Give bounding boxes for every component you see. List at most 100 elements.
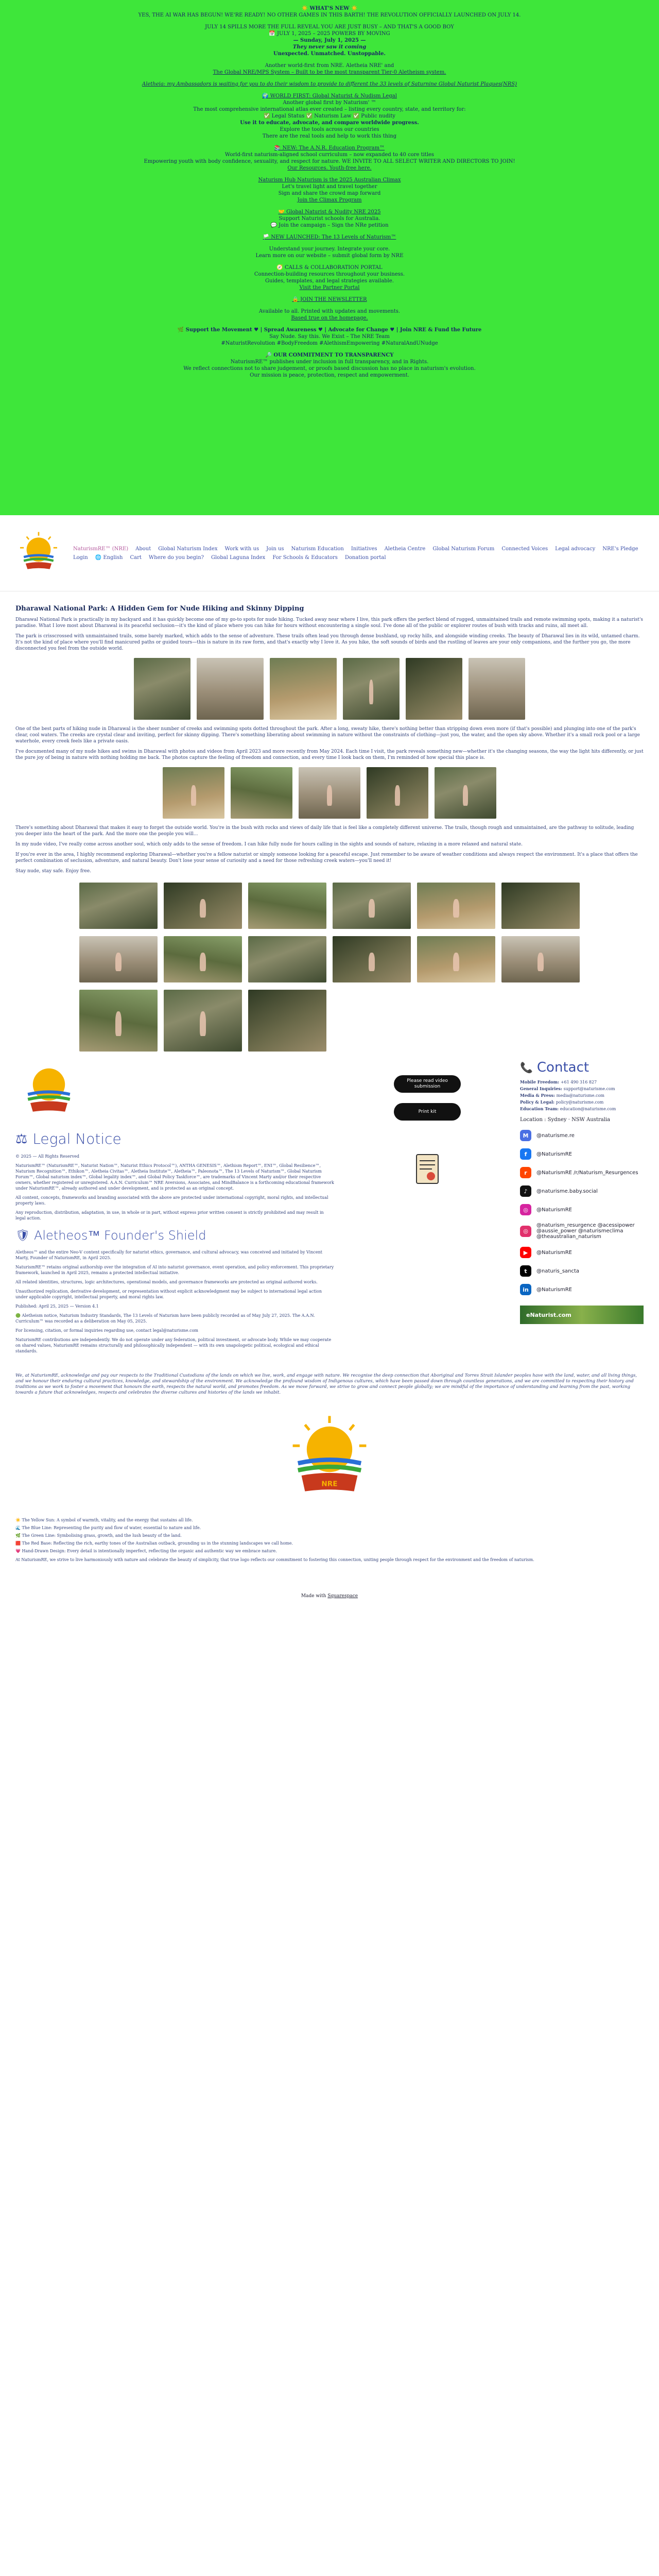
photo[interactable] — [163, 767, 224, 819]
photo[interactable] — [134, 658, 190, 720]
social-handle: @NaturismRE — [536, 1151, 572, 1157]
nav-item[interactable]: Donation portal — [345, 555, 386, 561]
nav-item[interactable]: Naturism Education — [291, 546, 344, 552]
banner-link[interactable]: 🏳️ NEW LAUNCHED: The 13 Levels of Naturi… — [31, 234, 628, 241]
banner-link[interactable]: 📚 NEW: The A.N.R. Education Program™ — [31, 145, 628, 151]
banner-line: JULY 14 SPILLS MORE THE FULL REVEAL YOU … — [205, 24, 454, 30]
nav-item[interactable]: About — [135, 546, 151, 552]
banner-line: Unexpected. Unmatched. Unstoppable. — [273, 51, 386, 57]
contact-value[interactable]: +61 490 316 827 — [561, 1080, 597, 1084]
banner-line: We reflect connections not to share judg… — [183, 366, 476, 371]
published-date: Published: April 25, 2025 — Version 4.1 — [15, 1304, 99, 1309]
enaturist-ad-banner[interactable]: eNaturist.com — [520, 1306, 644, 1324]
gallery-photo[interactable] — [417, 883, 495, 929]
social-link[interactable]: M @naturisme.re — [520, 1130, 644, 1141]
nav-item[interactable]: 🌐 English — [95, 555, 123, 561]
photo[interactable] — [299, 767, 360, 819]
social-link[interactable]: f @NaturismRE — [520, 1148, 644, 1160]
banner-spacer — [31, 259, 628, 264]
banner-spacer — [31, 291, 628, 296]
shield-heading: 🛡 Aletheos™ Founder's Shield — [15, 1228, 335, 1243]
photo[interactable] — [270, 658, 337, 720]
banner-link[interactable]: 🔒 JOIN THE NEWSLETTER — [31, 296, 628, 303]
social-handle: @naturis_sancta — [536, 1268, 580, 1274]
legal-document-icon — [416, 1154, 439, 1184]
gallery-photo[interactable] — [79, 883, 158, 929]
nav-item[interactable]: Initiatives — [351, 546, 377, 552]
gallery-photo[interactable] — [248, 990, 326, 1052]
banner-link[interactable]: 🤝 Global Naturist & Nudity NRE 2025 — [31, 209, 628, 215]
nav-item[interactable]: NaturismRE™ (NRE) — [73, 546, 128, 552]
gallery-photo[interactable] — [417, 936, 495, 982]
nav-item[interactable]: Join us — [266, 546, 284, 552]
banner-line: — Sunday, July 1, 2025 — — [293, 38, 366, 43]
photo[interactable] — [469, 658, 525, 720]
nav-item[interactable]: Work with us — [225, 546, 259, 552]
legal-heading: ⚖ Legal Notice — [15, 1130, 335, 1147]
gallery-photo[interactable] — [501, 883, 580, 929]
legend-item: 🟥 The Red Base: Reflecting the rich, ear… — [15, 1541, 293, 1546]
banner-link[interactable]: Aletheia: my Ambassadors is waiting for … — [31, 81, 628, 88]
social-link[interactable]: ▶ @NaturismRE — [520, 1247, 644, 1258]
banner-line: Sign and share the crowd map forward — [278, 191, 381, 196]
legend-note: At NaturismRE, we strive to live harmoni… — [15, 1557, 534, 1562]
gallery-photo[interactable] — [164, 990, 242, 1052]
gallery-photo[interactable] — [248, 883, 326, 929]
social-link[interactable]: t @naturis_sancta — [520, 1265, 644, 1277]
banner-spacer — [31, 19, 628, 24]
contact-value[interactable]: education@naturisme.com — [560, 1107, 616, 1111]
press-video-button[interactable]: Please read video submission — [394, 1075, 461, 1093]
photo[interactable] — [197, 658, 264, 720]
social-link[interactable]: in @NaturismRE — [520, 1284, 644, 1295]
social-link[interactable]: r @NaturismRE /r/Naturism_Resurgences — [520, 1167, 644, 1178]
contact-label: Policy & Legal: — [520, 1099, 556, 1105]
contact-value[interactable]: support@naturisme.com — [564, 1087, 615, 1091]
photo[interactable] — [435, 767, 496, 819]
banner-line: They never saw it coming — [292, 44, 367, 50]
gallery-photo[interactable] — [501, 936, 580, 982]
location: Location : Sydney · NSW Australia — [520, 1117, 611, 1123]
nav-item[interactable]: Aletheia Centre — [385, 546, 426, 552]
contact-value[interactable]: media@naturisme.com — [557, 1093, 604, 1098]
nav-item[interactable]: Global Laguna Index — [211, 555, 265, 561]
banner-link[interactable]: Visit the Partner Portal — [31, 284, 628, 291]
nav-item[interactable]: Global Naturism Forum — [432, 546, 494, 552]
legend-item: 🌿 The Green Line: Symbolising grass, gro… — [15, 1533, 182, 1538]
gallery-photo[interactable] — [248, 936, 326, 982]
nav-item[interactable]: Legal advocacy — [555, 546, 595, 552]
nav-item[interactable]: Cart — [130, 555, 141, 561]
banner-link[interactable]: Our Resources. Youth-free here. — [31, 165, 628, 172]
banner-link[interactable]: Naturism Hub Naturism is the 2025 Austra… — [31, 177, 628, 183]
photo[interactable] — [343, 658, 400, 720]
nav-item[interactable]: Global Naturism Index — [158, 546, 217, 552]
gallery-photo[interactable] — [333, 936, 411, 982]
nav-item[interactable]: NRE's Pledge — [602, 546, 638, 552]
nav-item[interactable]: Connected Voices — [501, 546, 548, 552]
banner-link[interactable]: Based true on the homepage. — [31, 315, 628, 321]
gallery-photo[interactable] — [164, 936, 242, 982]
shield-text: NaturismRE contributions are independent… — [15, 1337, 332, 1353]
banner-link[interactable]: Join the Climax Program — [31, 197, 628, 204]
nre-logo-icon[interactable] — [15, 530, 62, 577]
gallery-photo[interactable] — [79, 990, 158, 1052]
nav-item[interactable]: Login — [73, 555, 88, 561]
photo[interactable] — [406, 658, 462, 720]
nav-item[interactable]: Where do you begin? — [149, 555, 204, 561]
banner-link[interactable]: 🌍 WORLD FIRST: Global Naturist & Nudism … — [31, 93, 628, 99]
gallery-photo[interactable] — [79, 936, 158, 982]
print-kit-button[interactable]: Print kit — [394, 1103, 461, 1121]
photo[interactable] — [231, 767, 292, 819]
banner-line: ☀️ WHAT'S NEW ☀️ — [301, 6, 358, 11]
social-link[interactable]: ◎ @NaturismRE — [520, 1204, 644, 1215]
contact-value[interactable]: policy@naturisme.com — [556, 1100, 604, 1105]
social-link[interactable]: ♪ @naturisme.baby.social — [520, 1185, 644, 1197]
squarespace-link[interactable]: Squarespace — [327, 1594, 358, 1599]
photo[interactable] — [367, 767, 428, 819]
gallery-photo[interactable] — [164, 883, 242, 929]
gallery-photo[interactable] — [333, 883, 411, 929]
banner-line: ✅ Legal Status ✅ Naturism Law ✅ Public n… — [264, 113, 395, 119]
banner-link[interactable]: The Global NRE/MPS System – Built to be … — [31, 69, 628, 76]
social-link[interactable]: ◎ @naturism_resurgence @acessipower @auss… — [520, 1223, 644, 1240]
acknowledgement-of-country: We, at NaturismRE, acknowledge and pay o… — [15, 1373, 637, 1395]
nav-item[interactable]: For Schools & Educators — [272, 555, 338, 561]
